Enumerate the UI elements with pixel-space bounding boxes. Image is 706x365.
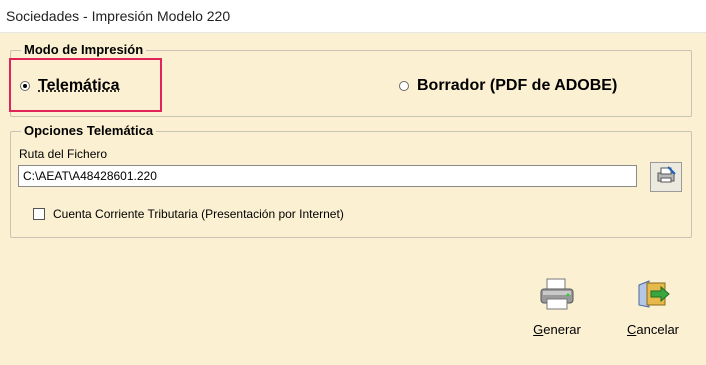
ccc-checkbox-label: Cuenta Corriente Tributaria (Presentació… — [53, 207, 344, 221]
radio-borrador-label: Borrador (PDF de ADOBE) — [417, 77, 618, 94]
window-title: Sociedades - Impresión Modelo 220 — [6, 8, 231, 24]
path-label: Ruta del Fichero — [19, 147, 108, 161]
radio-borrador[interactable]: Borrador (PDF de ADOBE) — [399, 77, 617, 95]
dialog-window: Sociedades - Impresión Modelo 220 Modo d… — [0, 0, 706, 365]
exit-arrow-icon — [633, 275, 673, 318]
file-path-input[interactable]: C:\AEAT\A48428601.220 — [18, 165, 637, 187]
cancelar-button[interactable]: Cancelar — [618, 275, 688, 337]
title-bar: Sociedades - Impresión Modelo 220 — [0, 0, 706, 33]
highlight-box — [9, 58, 162, 112]
cancelar-label: Cancelar — [626, 322, 680, 337]
browse-button[interactable] — [650, 162, 682, 192]
printer-browse-icon — [655, 165, 677, 190]
telematica-options-legend: Opciones Telemática — [21, 123, 157, 138]
generar-label: Generar — [533, 322, 581, 337]
ccc-checkbox[interactable]: Cuenta Corriente Tributaria (Presentació… — [33, 207, 344, 221]
ccc-checkbox-box[interactable] — [33, 208, 45, 220]
print-mode-legend: Modo de Impresión — [21, 42, 147, 57]
printer-icon — [537, 275, 577, 318]
generar-button[interactable]: Generar — [522, 275, 592, 337]
radio-borrador-indicator[interactable] — [399, 81, 409, 91]
